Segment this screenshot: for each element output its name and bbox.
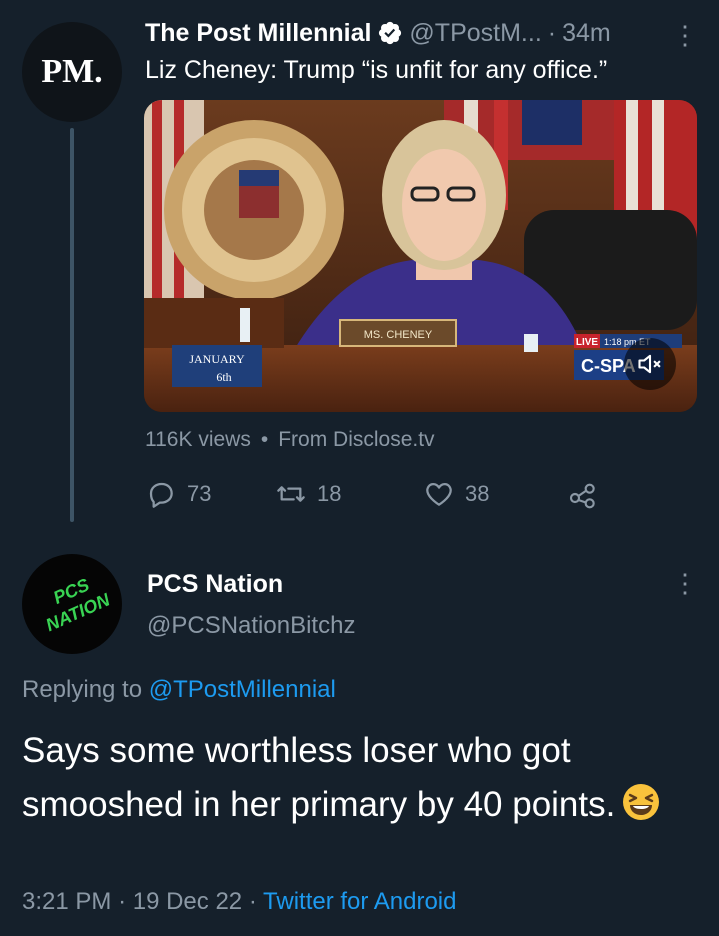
media-source[interactable]: From Disclose.tv xyxy=(278,428,434,451)
share-button[interactable] xyxy=(567,478,599,510)
like-count: 38 xyxy=(465,481,490,506)
more-icon[interactable]: ⋮ xyxy=(672,20,698,51)
reply-text-block: Says some worthless loser who got smoosh… xyxy=(22,724,702,832)
badge-day: 6th xyxy=(216,370,231,384)
reply-time[interactable]: 3:21 PM xyxy=(22,888,111,915)
like-button[interactable]: 38 xyxy=(423,478,567,510)
video-frame: MS. CHENEY JANUARY 6th LIVE 1:18 pm ET C… xyxy=(144,100,697,412)
reply-author-handle[interactable]: @PCSNationBitchz xyxy=(147,612,355,640)
author-name[interactable]: The Post Millennial xyxy=(145,19,371,48)
reply-footer: 3:21 PM · 19 Dec 22 · Twitter for Androi… xyxy=(22,888,456,916)
more-icon[interactable]: ⋮ xyxy=(672,568,698,599)
post-millennial-avatar[interactable]: PM. xyxy=(22,22,122,122)
retweet-count: 18 xyxy=(317,481,342,506)
media-meta: 116K views • From Disclose.tv xyxy=(145,428,435,451)
tweet-header: The Post Millennial @TPostM... · 34m xyxy=(145,14,611,52)
reply-button[interactable]: 73 xyxy=(145,478,275,510)
verified-badge-icon xyxy=(379,21,402,45)
reply-icon xyxy=(149,482,173,508)
reply-count: 73 xyxy=(187,481,212,506)
like-icon xyxy=(426,483,452,506)
replying-handle-link[interactable]: @TPostMillennial xyxy=(149,676,336,703)
nameplate-text: MS. CHENEY xyxy=(364,329,433,341)
header-separator: · xyxy=(547,18,557,47)
pcs-nation-avatar[interactable]: PCS NATION xyxy=(22,554,122,654)
reply-author-name[interactable]: PCS Nation xyxy=(147,570,283,599)
replying-prefix: Replying to xyxy=(22,676,143,703)
retweet-icon xyxy=(277,486,305,502)
reply-date[interactable]: 19 Dec 22 xyxy=(133,888,242,915)
reply-client-link[interactable]: Twitter for Android xyxy=(263,888,456,915)
tweet-text: Liz Cheney: Trump “is unfit for any offi… xyxy=(145,56,608,84)
share-icon xyxy=(569,483,595,509)
replying-to: Replying to @TPostMillennial xyxy=(22,676,336,704)
pcs-nation-logo: PCS NATION xyxy=(43,575,114,636)
grinning-squinting-emoji xyxy=(623,784,660,820)
author-handle[interactable]: @TPostM... xyxy=(409,19,541,48)
tweet-actions: 73 18 38 xyxy=(145,474,599,514)
retweet-button[interactable]: 18 xyxy=(275,478,423,510)
thread-connector-line xyxy=(70,128,74,522)
footer-sep-1: · xyxy=(118,888,127,915)
mute-icon xyxy=(638,354,661,374)
tweet-time[interactable]: 34m xyxy=(562,19,611,48)
reply-text: Says some worthless loser who got smoosh… xyxy=(22,731,616,824)
mute-button[interactable] xyxy=(624,338,676,390)
view-count: 116K views xyxy=(145,428,251,451)
live-label: LIVE xyxy=(576,337,599,348)
footer-sep-2: · xyxy=(248,888,257,915)
video-player[interactable]: MS. CHENEY JANUARY 6th LIVE 1:18 pm ET C… xyxy=(144,100,697,412)
badge-month: JANUARY xyxy=(189,352,245,366)
